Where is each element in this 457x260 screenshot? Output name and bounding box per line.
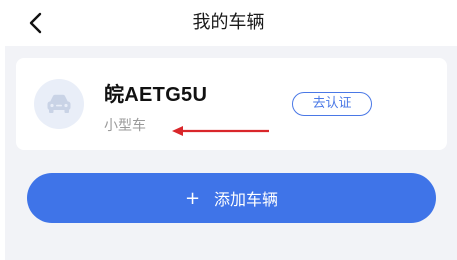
header: 我的车辆 — [0, 0, 457, 46]
arrow-left-icon — [172, 126, 269, 136]
page-title: 我的车辆 — [192, 12, 265, 33]
add-vehicle-button[interactable]: + 添加车辆 — [27, 173, 436, 223]
my-vehicles-screen: 我的车辆 皖AETG5U 小型车 去认证 + 添加车辆 — [0, 0, 457, 260]
plus-icon: + — [184, 187, 201, 209]
verify-button[interactable]: 去认证 — [292, 92, 372, 116]
car-icon — [47, 94, 71, 113]
license-plate: 皖AETG5U — [104, 84, 208, 106]
add-vehicle-label: 添加车辆 — [214, 190, 279, 209]
back-button[interactable] — [20, 8, 50, 38]
vehicle-avatar — [34, 79, 84, 129]
vehicle-type: 小型车 — [104, 118, 146, 134]
chevron-left-icon — [29, 12, 42, 34]
